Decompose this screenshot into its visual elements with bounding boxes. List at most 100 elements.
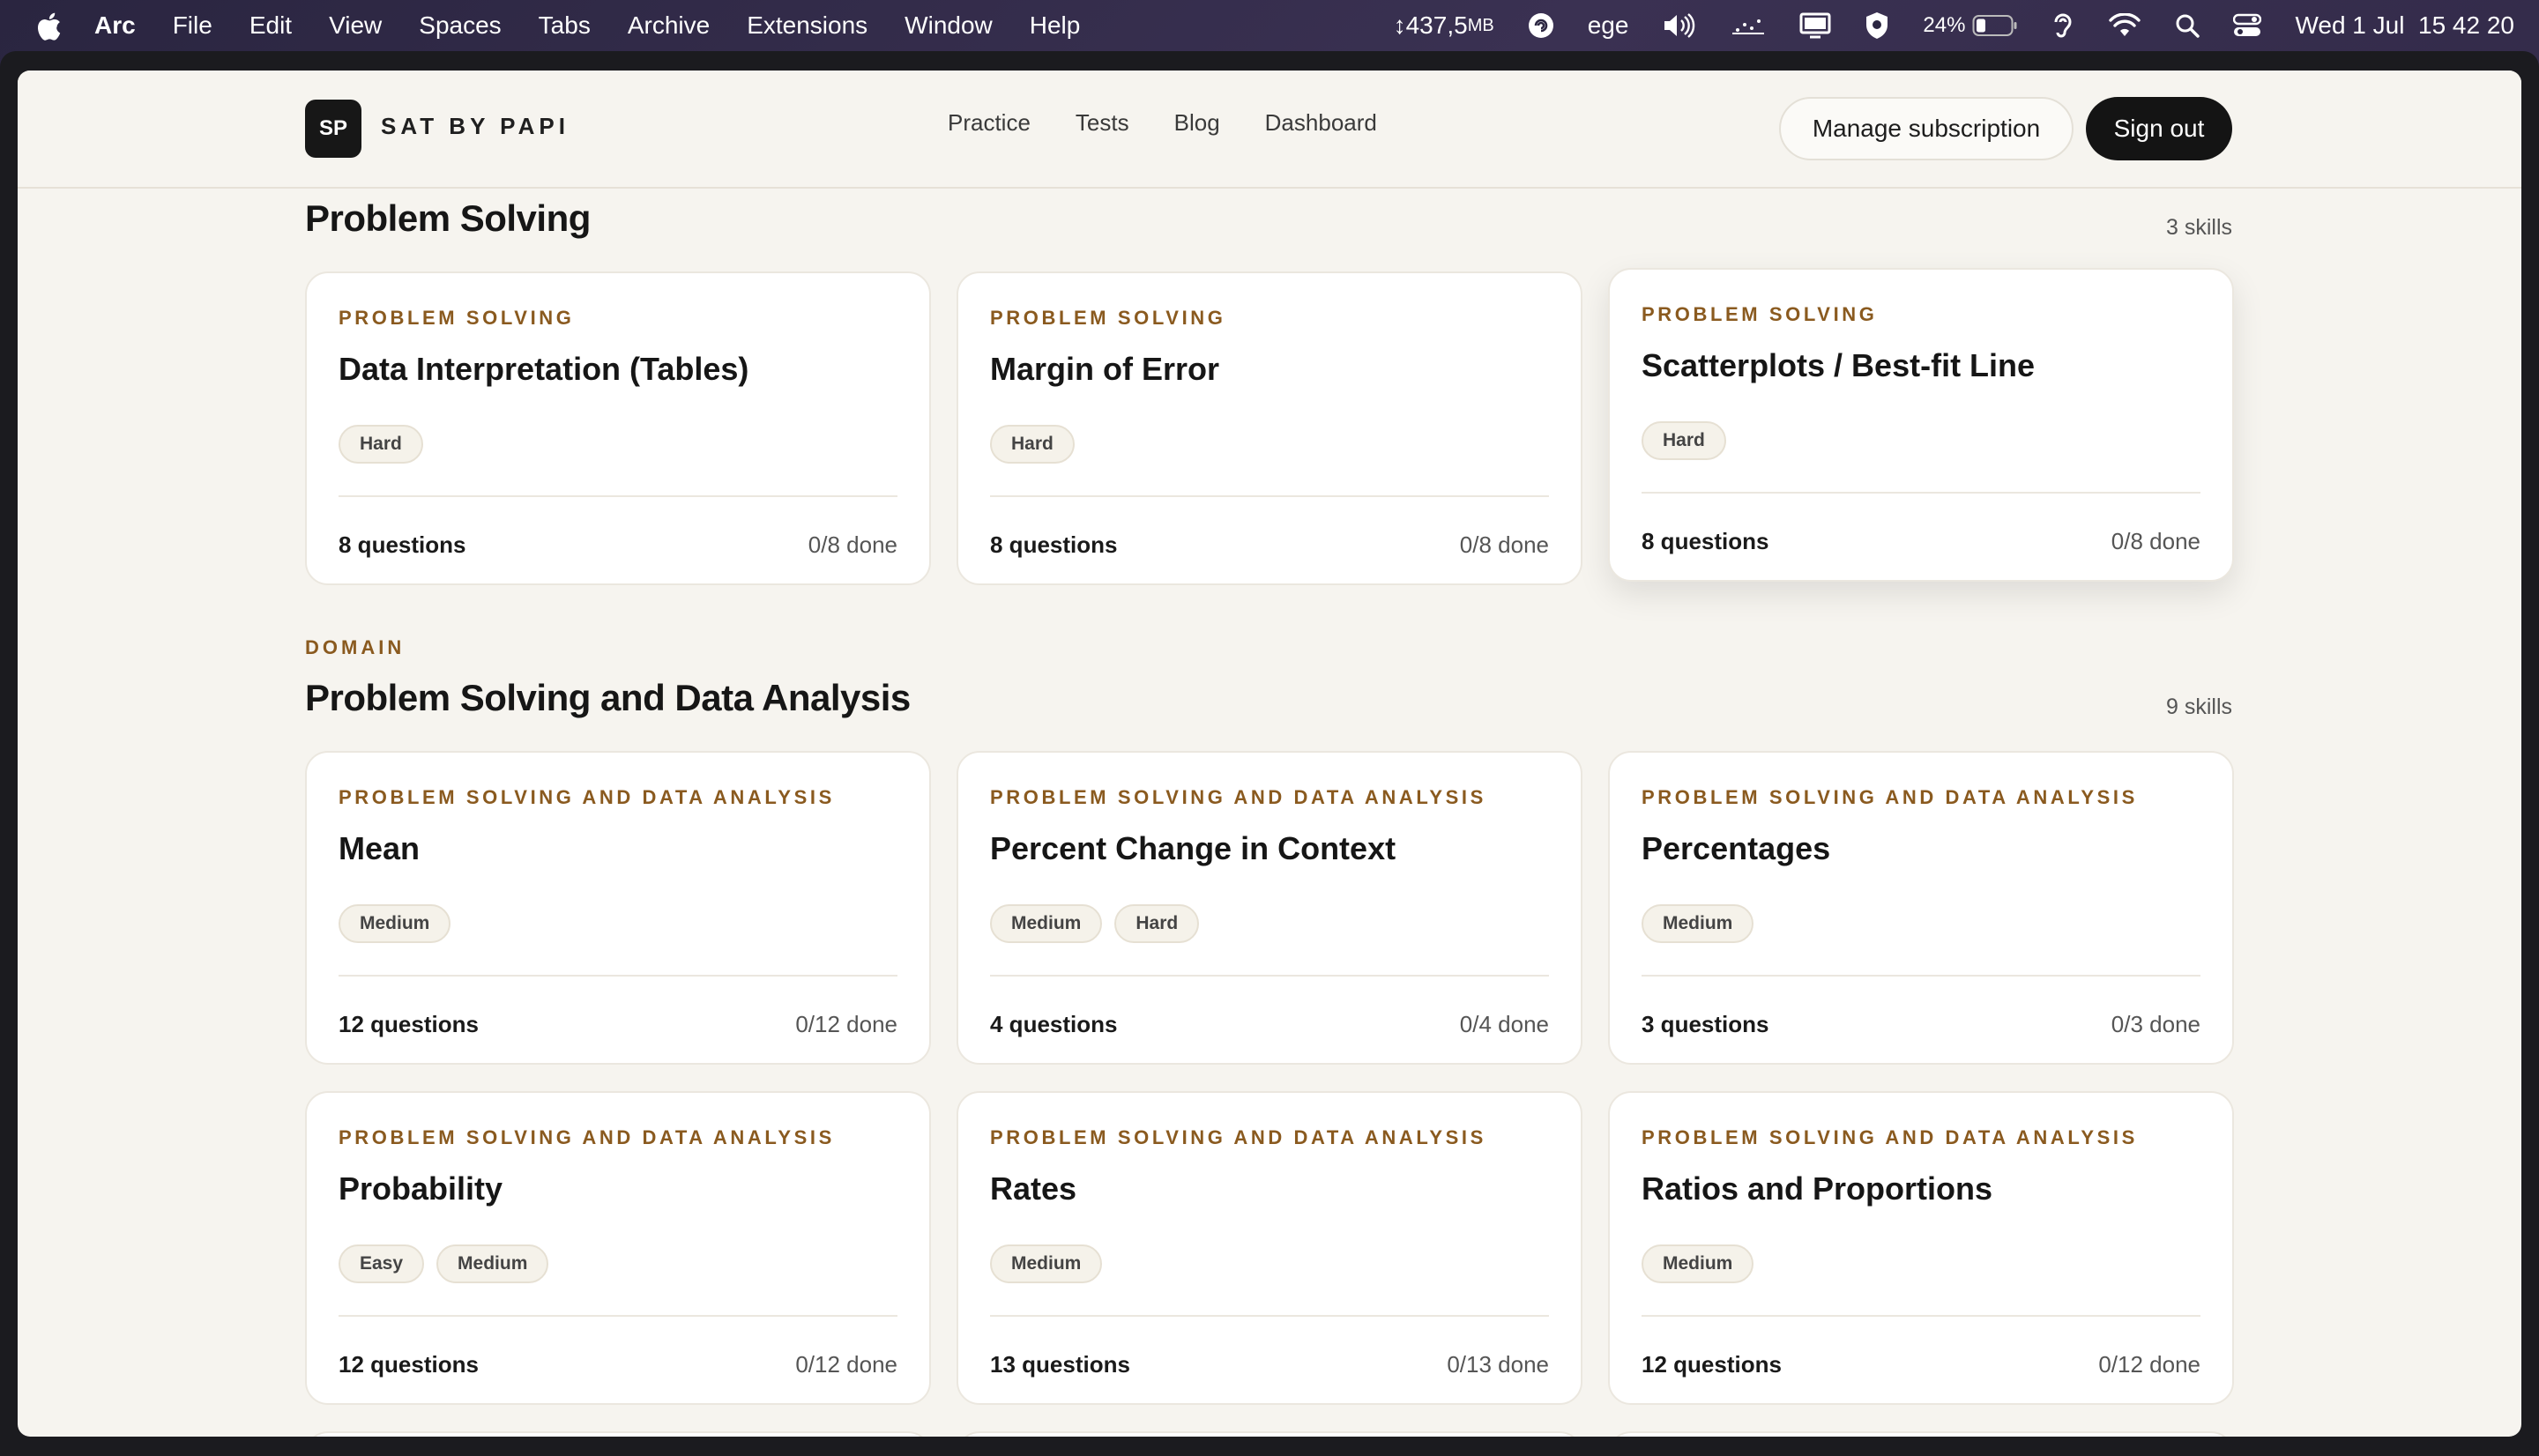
site-brand[interactable]: SAT BY PAPI bbox=[381, 113, 570, 140]
spotlight-search-icon[interactable] bbox=[2175, 13, 2200, 38]
progress-done: 0/13 done bbox=[1447, 1351, 1549, 1378]
menu-help[interactable]: Help bbox=[1030, 11, 1081, 40]
site-header: SP SAT BY PAPI Practice Tests Blog Dashb… bbox=[18, 71, 2521, 189]
nav-practice[interactable]: Practice bbox=[948, 109, 1031, 137]
card-title: Rates bbox=[990, 1170, 1077, 1207]
nav-tests[interactable]: Tests bbox=[1076, 109, 1129, 137]
manage-subscription-button[interactable]: Manage subscription bbox=[1779, 97, 2074, 160]
skill-card[interactable]: PROBLEM SOLVING Scatterplots / Best-fit … bbox=[1608, 268, 2234, 582]
menu-app-name[interactable]: Arc bbox=[94, 11, 136, 40]
clock[interactable]: Wed 1 Jul 15 42 20 bbox=[2295, 11, 2514, 40]
battery-icon bbox=[1972, 15, 2017, 36]
battery-percent: 24% bbox=[1923, 13, 1966, 37]
question-count: 8 questions bbox=[990, 531, 1118, 558]
difficulty-tag: Hard bbox=[1114, 904, 1200, 943]
difficulty-tag: Easy bbox=[339, 1244, 425, 1283]
difficulty-tag: Hard bbox=[1642, 421, 1726, 460]
skill-card-partial[interactable] bbox=[305, 1431, 931, 1437]
memory-status[interactable]: ↕437,5 MB bbox=[1394, 11, 1494, 40]
menu-edit[interactable]: Edit bbox=[249, 11, 292, 40]
card-category: PROBLEM SOLVING AND DATA ANALYSIS bbox=[990, 786, 1486, 808]
question-count: 8 questions bbox=[339, 531, 466, 558]
menu-tabs[interactable]: Tabs bbox=[539, 11, 591, 40]
main-nav: Practice Tests Blog Dashboard bbox=[948, 109, 1422, 137]
difficulty-tags: Hard bbox=[1642, 421, 1739, 460]
system-menubar: Arc File Edit View Spaces Tabs Archive E… bbox=[0, 0, 2539, 51]
progress-done: 0/8 done bbox=[1459, 531, 1549, 558]
skill-card[interactable]: PROBLEM SOLVING AND DATA ANALYSIS Mean M… bbox=[305, 751, 931, 1065]
volume-icon[interactable] bbox=[1662, 12, 1697, 39]
menu-file[interactable]: File bbox=[173, 11, 212, 40]
memory-unit: MB bbox=[1467, 15, 1494, 35]
difficulty-tags: Medium bbox=[1642, 1244, 1766, 1283]
wifi-icon[interactable] bbox=[2108, 13, 2141, 38]
menu-view[interactable]: View bbox=[329, 11, 382, 40]
card-title: Scatterplots / Best-fit Line bbox=[1642, 347, 2036, 383]
card-title: Data Interpretation (Tables) bbox=[339, 351, 749, 387]
activity-icon[interactable] bbox=[1731, 14, 1766, 37]
difficulty-tag: Medium bbox=[1642, 904, 1754, 943]
difficulty-tags: Medium Hard bbox=[990, 904, 1211, 943]
difficulty-tags: Hard bbox=[990, 425, 1087, 464]
question-count: 12 questions bbox=[1642, 1351, 1782, 1378]
domain-label: DOMAIN bbox=[305, 636, 406, 658]
question-count: 8 questions bbox=[1642, 528, 1769, 554]
keyboard-layout[interactable]: ege bbox=[1588, 11, 1629, 40]
question-count: 12 questions bbox=[339, 1351, 479, 1378]
menu-spaces[interactable]: Spaces bbox=[419, 11, 501, 40]
battery-status[interactable]: 24% bbox=[1923, 13, 2018, 38]
spiral-app-icon[interactable] bbox=[1528, 12, 1554, 39]
card-title: Mean bbox=[339, 830, 421, 866]
shield-icon[interactable] bbox=[1865, 11, 1889, 40]
hearing-icon[interactable] bbox=[2051, 11, 2074, 40]
card-category: PROBLEM SOLVING AND DATA ANALYSIS bbox=[339, 1126, 835, 1148]
card-divider bbox=[339, 1315, 897, 1317]
question-count: 13 questions bbox=[990, 1351, 1130, 1378]
difficulty-tag: Medium bbox=[990, 904, 1103, 943]
section-title: Problem Solving and Data Analysis bbox=[305, 677, 911, 718]
control-center-icon[interactable] bbox=[2233, 13, 2262, 38]
web-page: SP SAT BY PAPI Practice Tests Blog Dashb… bbox=[18, 71, 2521, 1437]
question-count: 4 questions bbox=[990, 1011, 1118, 1037]
difficulty-tags: Medium bbox=[1642, 904, 1766, 943]
card-title: Percentages bbox=[1642, 830, 1831, 866]
card-title: Margin of Error bbox=[990, 351, 1220, 387]
progress-done: 0/12 done bbox=[795, 1011, 897, 1037]
skill-card[interactable]: PROBLEM SOLVING AND DATA ANALYSIS Percen… bbox=[1608, 751, 2234, 1065]
progress-done: 0/8 done bbox=[808, 531, 897, 558]
sign-out-button[interactable]: Sign out bbox=[2086, 97, 2232, 160]
card-category: PROBLEM SOLVING AND DATA ANALYSIS bbox=[990, 1126, 1486, 1148]
card-divider bbox=[339, 495, 897, 497]
difficulty-tag: Hard bbox=[339, 425, 423, 464]
card-divider bbox=[1642, 492, 2200, 494]
progress-done: 0/12 done bbox=[2098, 1351, 2200, 1378]
progress-done: 0/8 done bbox=[2111, 528, 2200, 554]
skill-card-partial[interactable] bbox=[957, 1431, 1582, 1437]
skill-card-partial[interactable] bbox=[1608, 1431, 2234, 1437]
skill-count: 3 skills bbox=[2165, 215, 2232, 240]
skill-card[interactable]: PROBLEM SOLVING Data Interpretation (Tab… bbox=[305, 271, 931, 585]
skill-card[interactable]: PROBLEM SOLVING Margin of Error Hard 8 q… bbox=[957, 271, 1582, 585]
card-divider bbox=[990, 1315, 1549, 1317]
skill-card[interactable]: PROBLEM SOLVING AND DATA ANALYSIS Ratios… bbox=[1608, 1091, 2234, 1405]
apple-logo-icon[interactable] bbox=[35, 11, 62, 41]
nav-dashboard[interactable]: Dashboard bbox=[1265, 109, 1377, 137]
site-logo[interactable]: SP bbox=[305, 100, 361, 158]
difficulty-tag: Medium bbox=[990, 1244, 1103, 1283]
question-count: 3 questions bbox=[1642, 1011, 1769, 1037]
skill-card[interactable]: PROBLEM SOLVING AND DATA ANALYSIS Percen… bbox=[957, 751, 1582, 1065]
menu-extensions[interactable]: Extensions bbox=[747, 11, 867, 40]
display-icon[interactable] bbox=[1799, 12, 1831, 39]
difficulty-tags: Medium bbox=[339, 904, 463, 943]
skill-card[interactable]: PROBLEM SOLVING AND DATA ANALYSIS Rates … bbox=[957, 1091, 1582, 1405]
card-title: Probability bbox=[339, 1170, 503, 1207]
card-title: Percent Change in Context bbox=[990, 830, 1396, 866]
difficulty-tags: Hard bbox=[339, 425, 436, 464]
difficulty-tags: Medium bbox=[990, 1244, 1114, 1283]
menu-window[interactable]: Window bbox=[905, 11, 993, 40]
menu-archive[interactable]: Archive bbox=[628, 11, 710, 40]
difficulty-tags: Easy Medium bbox=[339, 1244, 561, 1283]
skill-card[interactable]: PROBLEM SOLVING AND DATA ANALYSIS Probab… bbox=[305, 1091, 931, 1405]
card-category: PROBLEM SOLVING bbox=[339, 307, 575, 329]
nav-blog[interactable]: Blog bbox=[1174, 109, 1220, 137]
